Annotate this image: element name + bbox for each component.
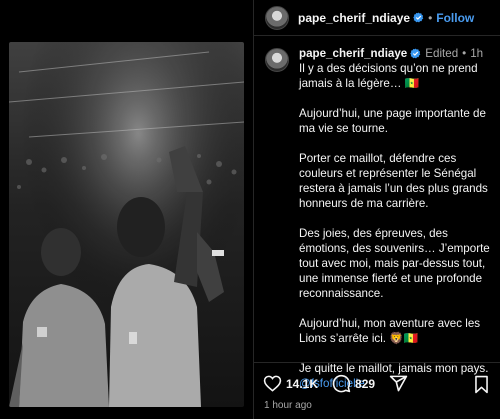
celebration-photo-image xyxy=(9,42,244,407)
header-separator: • xyxy=(428,10,433,25)
author-handle[interactable]: pape_cherif_ndiaye xyxy=(298,11,410,25)
post-details-pane: pape_cherif_ndiaye • Follow pape_cherif_… xyxy=(253,0,500,419)
like-count[interactable]: 14.1K xyxy=(286,377,318,391)
comment-bubble-icon xyxy=(332,374,351,393)
caption-paragraph-2: Aujourd’hui, une page importante de ma v… xyxy=(299,107,486,135)
action-row: 14.1K 829 xyxy=(263,374,408,393)
edited-label: Edited xyxy=(425,47,459,60)
author-avatar[interactable] xyxy=(265,5,289,30)
share-paper-plane-icon xyxy=(389,375,408,392)
like-button[interactable]: 14.1K xyxy=(263,374,332,393)
bookmark-icon xyxy=(475,375,488,394)
caption-paragraph-4: Des joies, des épreuves, des émotions, d… xyxy=(299,227,490,300)
follow-button[interactable]: Follow xyxy=(436,11,474,25)
heart-icon xyxy=(263,375,282,392)
comment-count[interactable]: 829 xyxy=(355,377,375,391)
caption-time[interactable]: 1h xyxy=(470,46,483,61)
share-button[interactable] xyxy=(389,374,408,393)
caption-paragraph-3: Porter ce maillot, défendre ces couleurs… xyxy=(299,152,488,210)
caption-separator: • xyxy=(462,47,467,60)
caption-paragraph-5: Aujourd’hui, mon aventure avec les Lions… xyxy=(299,317,481,345)
comment-button[interactable]: 829 xyxy=(332,374,389,393)
post-header: pape_cherif_ndiaye • Follow xyxy=(254,0,500,36)
caption-paragraph-1: Il y a des décisions qu’on ne prend jama… xyxy=(299,62,478,90)
caption: pape_cherif_ndiaye Edited • 1h Il y a de… xyxy=(265,46,495,391)
verified-badge-icon xyxy=(413,12,424,23)
caption-header: pape_cherif_ndiaye Edited • 1h xyxy=(299,46,495,61)
caption-author-handle[interactable]: pape_cherif_ndiaye xyxy=(299,46,407,61)
verified-badge-icon xyxy=(410,48,421,59)
caption-body: pape_cherif_ndiaye Edited • 1h Il y a de… xyxy=(299,46,495,391)
post-timestamp[interactable]: 1 hour ago xyxy=(264,400,312,411)
post-media-pane xyxy=(0,0,253,419)
post-photo[interactable] xyxy=(9,42,244,407)
save-button[interactable] xyxy=(473,375,490,399)
caption-author-avatar[interactable] xyxy=(265,48,289,72)
